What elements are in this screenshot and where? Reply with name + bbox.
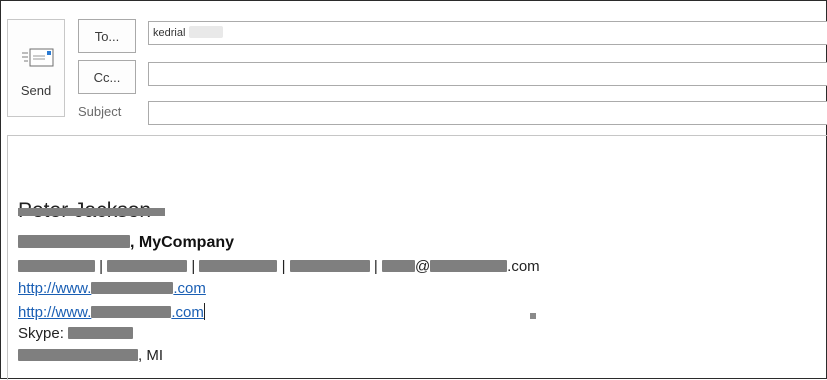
redaction-mark — [430, 260, 508, 272]
signature-contact-line: | | | | @ .com — [18, 258, 540, 275]
signature-website-link[interactable]: http://www. .com — [18, 280, 206, 297]
subject-label: Subject — [78, 104, 122, 119]
redaction-mark — [91, 282, 174, 294]
redaction-mark — [18, 235, 130, 248]
redaction-mark — [199, 260, 278, 272]
send-button[interactable]: Send — [7, 19, 65, 117]
to-recipient: kedrial — [153, 26, 224, 39]
signature-location: , MI — [18, 347, 163, 364]
send-button-label: Send — [20, 83, 52, 98]
compose-window: Send To... Cc... Subject kedrial Peter J… — [0, 0, 827, 380]
to-field[interactable]: kedrial — [148, 21, 827, 45]
signature-skype: Skype: — [18, 325, 134, 342]
text-cursor — [203, 303, 205, 320]
redaction-mark — [18, 260, 95, 272]
cc-button[interactable]: Cc... — [78, 60, 136, 94]
redaction-mark — [68, 327, 134, 339]
send-mail-icon — [22, 48, 54, 67]
redaction-mark — [289, 260, 370, 272]
cc-field[interactable] — [148, 62, 827, 86]
signature-title: , MyCompany — [18, 234, 234, 252]
redaction-mark — [18, 349, 138, 361]
to-button[interactable]: To... — [78, 19, 136, 53]
stray-mark — [530, 313, 536, 319]
redaction-mark — [381, 260, 415, 272]
redaction-mark — [18, 208, 165, 216]
redaction-mark — [189, 26, 224, 38]
redaction-mark — [91, 306, 172, 318]
subject-field[interactable] — [148, 101, 827, 125]
redaction-mark — [107, 260, 188, 272]
signature-second-link[interactable]: http://www. .com — [18, 303, 205, 321]
